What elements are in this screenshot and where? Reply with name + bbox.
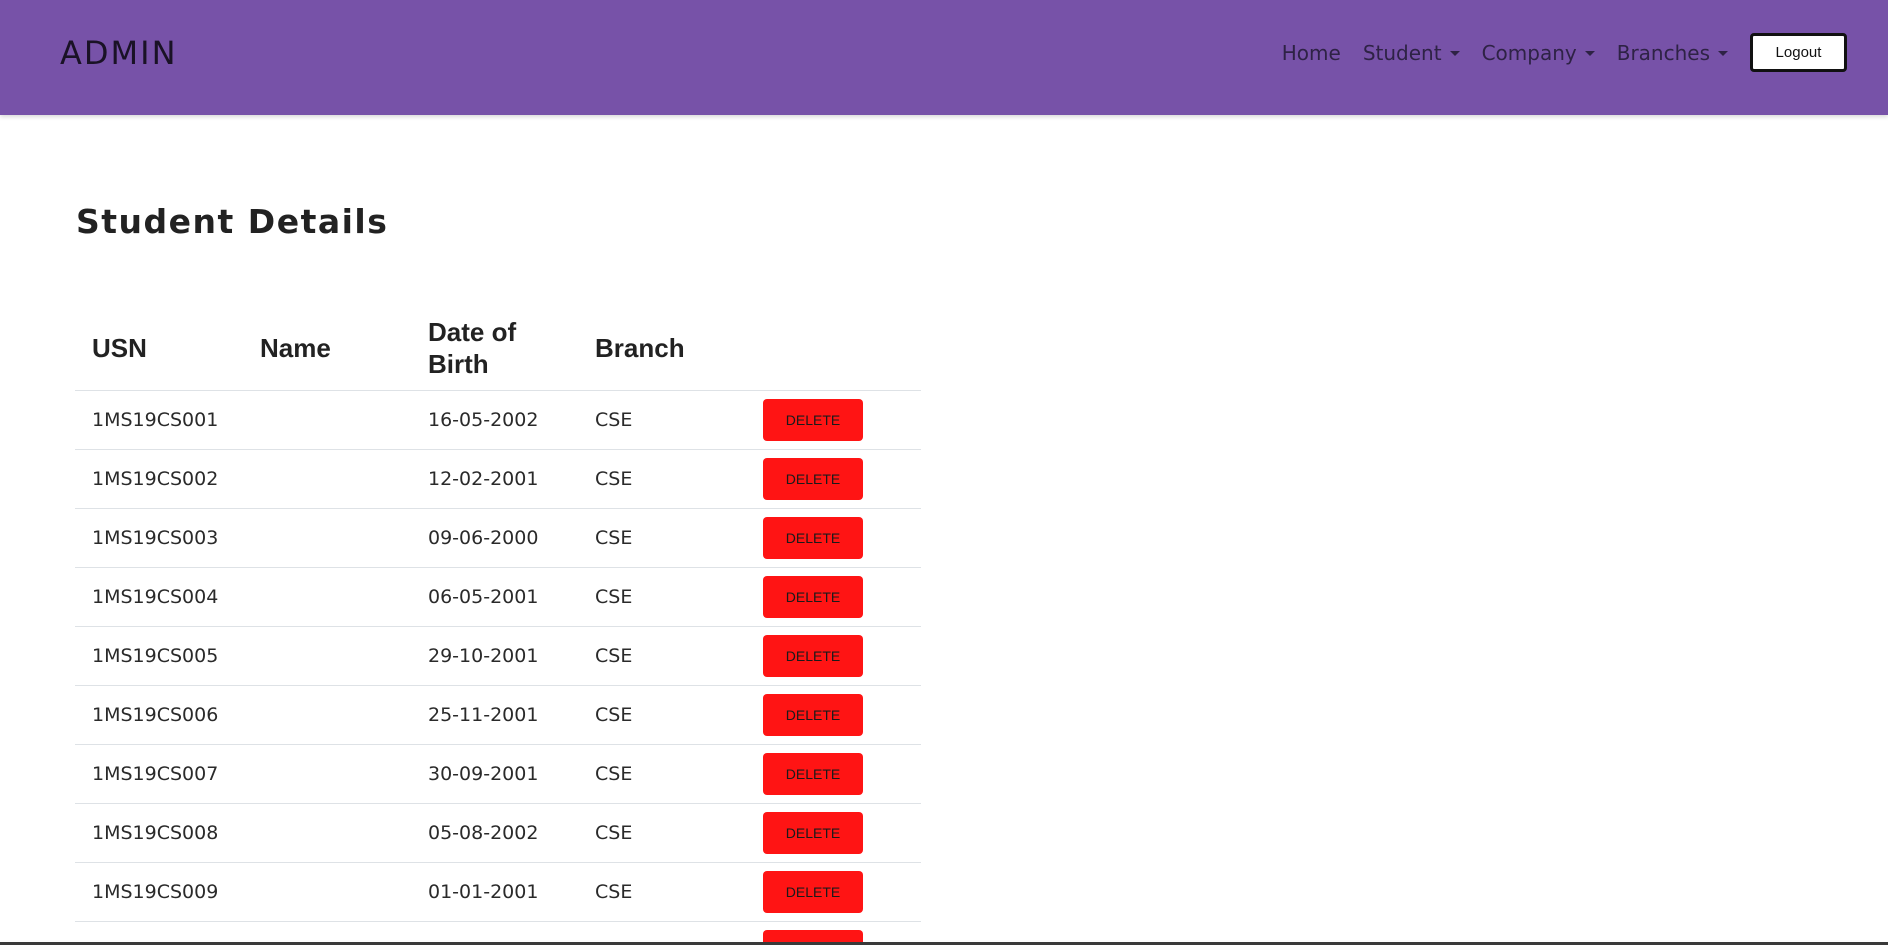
nav-branches-dropdown[interactable]: Branches	[1617, 41, 1728, 65]
delete-button[interactable]: DELETE	[763, 871, 863, 913]
nav-company-label: Company	[1481, 40, 1577, 65]
cell-usn: 1MS19CS009	[75, 862, 243, 922]
cell-usn: 1MS19CS004	[75, 567, 243, 627]
header-actions	[746, 306, 921, 391]
cell-dob: 05-08-2002	[411, 803, 578, 863]
cell-name	[243, 685, 411, 745]
delete-button[interactable]: DELETE	[763, 399, 863, 441]
page: ADMIN Home Student Company Branches Logo…	[0, 0, 1888, 945]
cell-usn: 1MS19CS005	[75, 626, 243, 686]
caret-down-icon	[1584, 51, 1595, 56]
delete-button[interactable]: DELETE	[763, 576, 863, 618]
cell-dob: 29-10-2001	[411, 626, 578, 686]
caret-down-icon	[1449, 51, 1460, 56]
header-dob: Date of Birth	[411, 306, 578, 391]
delete-button[interactable]: DELETE	[763, 635, 863, 677]
nav-home[interactable]: Home	[1282, 41, 1341, 65]
cell-dob: 01-01-2001	[411, 862, 578, 922]
nav-links: Home Student Company Branches Logout	[1282, 33, 1847, 72]
navbar: ADMIN Home Student Company Branches Logo…	[0, 0, 1888, 115]
cell-usn: 1MS19CS008	[75, 803, 243, 863]
nav-branches-label: Branches	[1616, 40, 1710, 65]
cell-actions: DELETE	[746, 862, 921, 922]
table-row: 1MS19CS009 01-01-2001 CSE DELETE	[75, 862, 921, 922]
cell-branch: CSE	[578, 449, 746, 509]
cell-branch: CSE	[578, 567, 746, 627]
cell-actions: DELETE	[746, 567, 921, 627]
cell-branch: CSE	[578, 626, 746, 686]
header-branch: Branch	[578, 306, 746, 391]
delete-button[interactable]: DELETE	[763, 812, 863, 854]
table-row: 1MS19CS007 30-09-2001 CSE DELETE	[75, 744, 921, 804]
brand-logo[interactable]: ADMIN	[60, 34, 178, 72]
logout-button[interactable]: Logout	[1750, 33, 1847, 72]
delete-button[interactable]: DELETE	[763, 517, 863, 559]
delete-button[interactable]: DELETE	[763, 753, 863, 795]
student-table: USN Name Date of Birth Branch 1MS19CS001…	[75, 306, 921, 945]
table-row: 1MS19CS006 25-11-2001 CSE DELETE	[75, 685, 921, 745]
cell-name	[243, 626, 411, 686]
cell-dob: 09-06-2000	[411, 508, 578, 568]
cell-actions: DELETE	[746, 626, 921, 686]
cell-actions: DELETE	[746, 685, 921, 745]
nav-student-dropdown[interactable]: Student	[1363, 41, 1460, 65]
nav-company-dropdown[interactable]: Company	[1482, 41, 1595, 65]
cell-branch: CSE	[578, 508, 746, 568]
cell-branch: CSE	[578, 862, 746, 922]
table-header-row: USN Name Date of Birth Branch	[75, 306, 921, 391]
table-row: 1MS19CS003 09-06-2000 CSE DELETE	[75, 508, 921, 568]
cell-branch: CSE	[578, 744, 746, 804]
cell-name	[243, 390, 411, 450]
cell-usn: 1MS19CS001	[75, 390, 243, 450]
cell-usn: 1MS19CS003	[75, 508, 243, 568]
nav-home-label: Home	[1281, 40, 1341, 65]
cell-dob: 30-09-2001	[411, 744, 578, 804]
header-usn: USN	[75, 306, 243, 391]
cell-name	[243, 803, 411, 863]
cell-dob: 12-02-2001	[411, 449, 578, 509]
cell-dob: 16-05-2002	[411, 390, 578, 450]
caret-down-icon	[1718, 51, 1728, 56]
cell-actions: DELETE	[746, 803, 921, 863]
cell-actions: DELETE	[746, 449, 921, 509]
cell-usn: 1MS19CS006	[75, 685, 243, 745]
cell-name	[243, 508, 411, 568]
cell-actions: DELETE	[746, 744, 921, 804]
table-row: 1MS19CS008 05-08-2002 CSE DELETE	[75, 803, 921, 863]
nav-student-label: Student	[1362, 40, 1442, 65]
cell-usn: 1MS19CS007	[75, 744, 243, 804]
cell-branch: CSE	[578, 390, 746, 450]
page-title: Student Details	[76, 202, 389, 241]
table-row: 1MS19CS005 29-10-2001 CSE DELETE	[75, 626, 921, 686]
cell-name	[243, 449, 411, 509]
cell-branch: CSE	[578, 803, 746, 863]
cell-dob: 06-05-2001	[411, 567, 578, 627]
cell-name	[243, 567, 411, 627]
table-row: 1MS19CS001 16-05-2002 CSE DELETE	[75, 390, 921, 450]
delete-button[interactable]: DELETE	[763, 458, 863, 500]
cell-actions: DELETE	[746, 390, 921, 450]
cell-dob: 25-11-2001	[411, 685, 578, 745]
table-row: 1MS19CS002 12-02-2001 CSE DELETE	[75, 449, 921, 509]
cell-branch: CSE	[578, 685, 746, 745]
table-row: 1MS19CS004 06-05-2001 CSE DELETE	[75, 567, 921, 627]
cell-usn: 1MS19CS002	[75, 449, 243, 509]
student-table-container: USN Name Date of Birth Branch 1MS19CS001…	[75, 306, 921, 945]
delete-button[interactable]: DELETE	[763, 694, 863, 736]
cell-actions: DELETE	[746, 508, 921, 568]
header-name: Name	[243, 306, 411, 391]
cell-name	[243, 862, 411, 922]
cell-name	[243, 744, 411, 804]
